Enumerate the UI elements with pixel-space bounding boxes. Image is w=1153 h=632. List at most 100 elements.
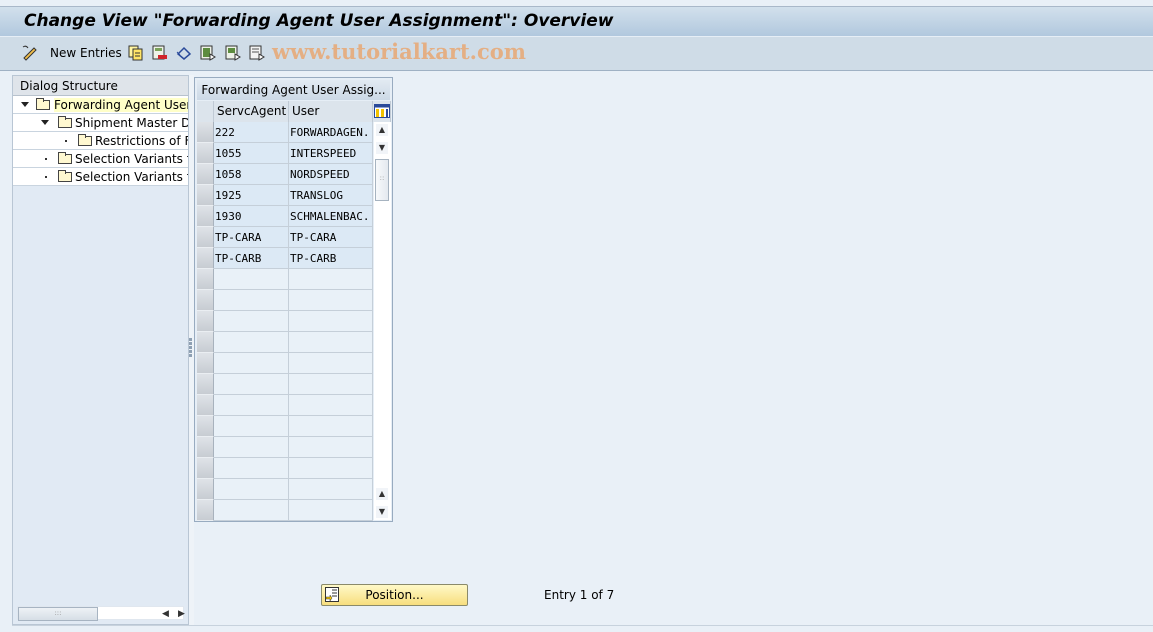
table-row[interactable] xyxy=(197,332,373,353)
scroll-down-icon[interactable]: ▼ xyxy=(376,142,388,154)
delete-icon[interactable] xyxy=(152,44,168,62)
row-selector[interactable] xyxy=(197,500,214,521)
row-selector[interactable] xyxy=(197,185,214,206)
row-selector[interactable] xyxy=(197,479,214,500)
scrollbar-thumb[interactable]: :: xyxy=(375,159,389,201)
row-selector[interactable] xyxy=(197,227,214,248)
cell-user[interactable]: NORDSPEED xyxy=(289,164,373,185)
page-up-icon[interactable]: ▲ xyxy=(376,488,388,500)
table-row[interactable] xyxy=(197,500,373,521)
cell-user[interactable] xyxy=(289,437,373,458)
cell-servcagent[interactable] xyxy=(214,458,289,479)
cell-user[interactable]: TRANSLOG xyxy=(289,185,373,206)
scroll-up-icon[interactable]: ▲ xyxy=(376,124,388,136)
row-selector[interactable] xyxy=(197,143,214,164)
column-header-servcagent[interactable]: ServcAgent xyxy=(214,101,289,122)
cell-user[interactable]: TP-CARB xyxy=(289,248,373,269)
cell-user[interactable] xyxy=(289,311,373,332)
cell-servcagent[interactable] xyxy=(214,374,289,395)
table-row[interactable]: TP-CARB TP-CARB xyxy=(197,248,373,269)
cell-servcagent[interactable]: 1058 xyxy=(214,164,289,185)
row-selector[interactable] xyxy=(197,269,214,290)
table-row[interactable]: 1925 TRANSLOG xyxy=(197,185,373,206)
row-selector[interactable] xyxy=(197,332,214,353)
page-down-icon[interactable]: ▼ xyxy=(376,506,388,518)
tree-item-forwarding-agent-user-assignment[interactable]: Forwarding Agent User Assignment xyxy=(13,96,188,114)
row-selector[interactable] xyxy=(197,353,214,374)
column-header-user[interactable]: User xyxy=(289,101,373,122)
row-selector[interactable] xyxy=(197,122,214,143)
cell-servcagent[interactable]: 222 xyxy=(214,122,289,143)
cell-user[interactable]: INTERSPEED xyxy=(289,143,373,164)
copy-as-icon[interactable] xyxy=(128,44,144,62)
cell-servcagent[interactable] xyxy=(214,269,289,290)
cell-servcagent[interactable] xyxy=(214,353,289,374)
table-row[interactable] xyxy=(197,353,373,374)
cell-user[interactable]: FORWARDAGEN. xyxy=(289,122,373,143)
row-selector[interactable] xyxy=(197,290,214,311)
cell-user[interactable]: TP-CARA xyxy=(289,227,373,248)
cell-user[interactable] xyxy=(289,416,373,437)
cell-user[interactable]: SCHMALENBAC. xyxy=(289,206,373,227)
select-all-rows-button[interactable] xyxy=(197,101,214,122)
cell-servcagent[interactable] xyxy=(214,479,289,500)
vertical-scrollbar[interactable]: ▲ ▼ :: ▲ ▼ xyxy=(374,122,391,520)
cell-user[interactable] xyxy=(289,458,373,479)
cell-servcagent[interactable]: 1930 xyxy=(214,206,289,227)
row-selector[interactable] xyxy=(197,374,214,395)
table-row[interactable] xyxy=(197,479,373,500)
table-row[interactable] xyxy=(197,374,373,395)
horizontal-scrollbar[interactable]: ::: ◀ ▶ xyxy=(17,606,185,621)
position-button[interactable]: Position... xyxy=(321,584,468,606)
cell-servcagent[interactable] xyxy=(214,290,289,311)
tree-item-selection-variants-1[interactable]: Selection Variants for xyxy=(13,150,188,168)
row-selector[interactable] xyxy=(197,416,214,437)
row-selector[interactable] xyxy=(197,164,214,185)
cell-user[interactable] xyxy=(289,269,373,290)
cell-servcagent[interactable] xyxy=(214,395,289,416)
cell-servcagent[interactable]: TP-CARB xyxy=(214,248,289,269)
table-row[interactable]: 1058 NORDSPEED xyxy=(197,164,373,185)
table-row[interactable] xyxy=(197,311,373,332)
row-selector[interactable] xyxy=(197,248,214,269)
expand-triangle-icon[interactable] xyxy=(41,120,49,125)
table-row[interactable] xyxy=(197,416,373,437)
scroll-right-icon[interactable]: ▶ xyxy=(178,609,185,619)
cell-servcagent[interactable] xyxy=(214,311,289,332)
deselect-all-icon[interactable] xyxy=(249,44,265,62)
row-selector[interactable] xyxy=(197,206,214,227)
tree-item-shipment-master-data[interactable]: Shipment Master Data xyxy=(13,114,188,132)
scroll-left-icon[interactable]: ◀ xyxy=(162,609,169,619)
select-block-icon[interactable] xyxy=(225,44,241,62)
table-row[interactable] xyxy=(197,395,373,416)
cell-servcagent[interactable] xyxy=(214,332,289,353)
cell-servcagent[interactable]: 1925 xyxy=(214,185,289,206)
cell-servcagent[interactable] xyxy=(214,416,289,437)
table-row[interactable] xyxy=(197,437,373,458)
cell-user[interactable] xyxy=(289,479,373,500)
tree-item-selection-variants-2[interactable]: Selection Variants for xyxy=(13,168,188,186)
tree-item-restrictions[interactable]: Restrictions of Fr xyxy=(13,132,188,150)
table-settings-button[interactable] xyxy=(373,101,391,122)
new-entries-button[interactable]: New Entries xyxy=(50,46,122,60)
cell-servcagent[interactable]: TP-CARA xyxy=(214,227,289,248)
table-row[interactable] xyxy=(197,290,373,311)
table-row[interactable] xyxy=(197,269,373,290)
cell-user[interactable] xyxy=(289,332,373,353)
expand-triangle-icon[interactable] xyxy=(21,102,29,107)
table-row[interactable]: 1055 INTERSPEED xyxy=(197,143,373,164)
change-display-icon[interactable] xyxy=(20,44,40,62)
row-selector[interactable] xyxy=(197,395,214,416)
table-row[interactable]: 222 FORWARDAGEN. xyxy=(197,122,373,143)
cell-user[interactable] xyxy=(289,290,373,311)
table-row[interactable]: TP-CARA TP-CARA xyxy=(197,227,373,248)
undo-change-icon[interactable] xyxy=(176,44,192,62)
cell-servcagent[interactable] xyxy=(214,437,289,458)
row-selector[interactable] xyxy=(197,311,214,332)
table-row[interactable]: 1930 SCHMALENBAC. xyxy=(197,206,373,227)
cell-user[interactable] xyxy=(289,353,373,374)
row-selector[interactable] xyxy=(197,458,214,479)
row-selector[interactable] xyxy=(197,437,214,458)
table-row[interactable] xyxy=(197,458,373,479)
cell-user[interactable] xyxy=(289,395,373,416)
